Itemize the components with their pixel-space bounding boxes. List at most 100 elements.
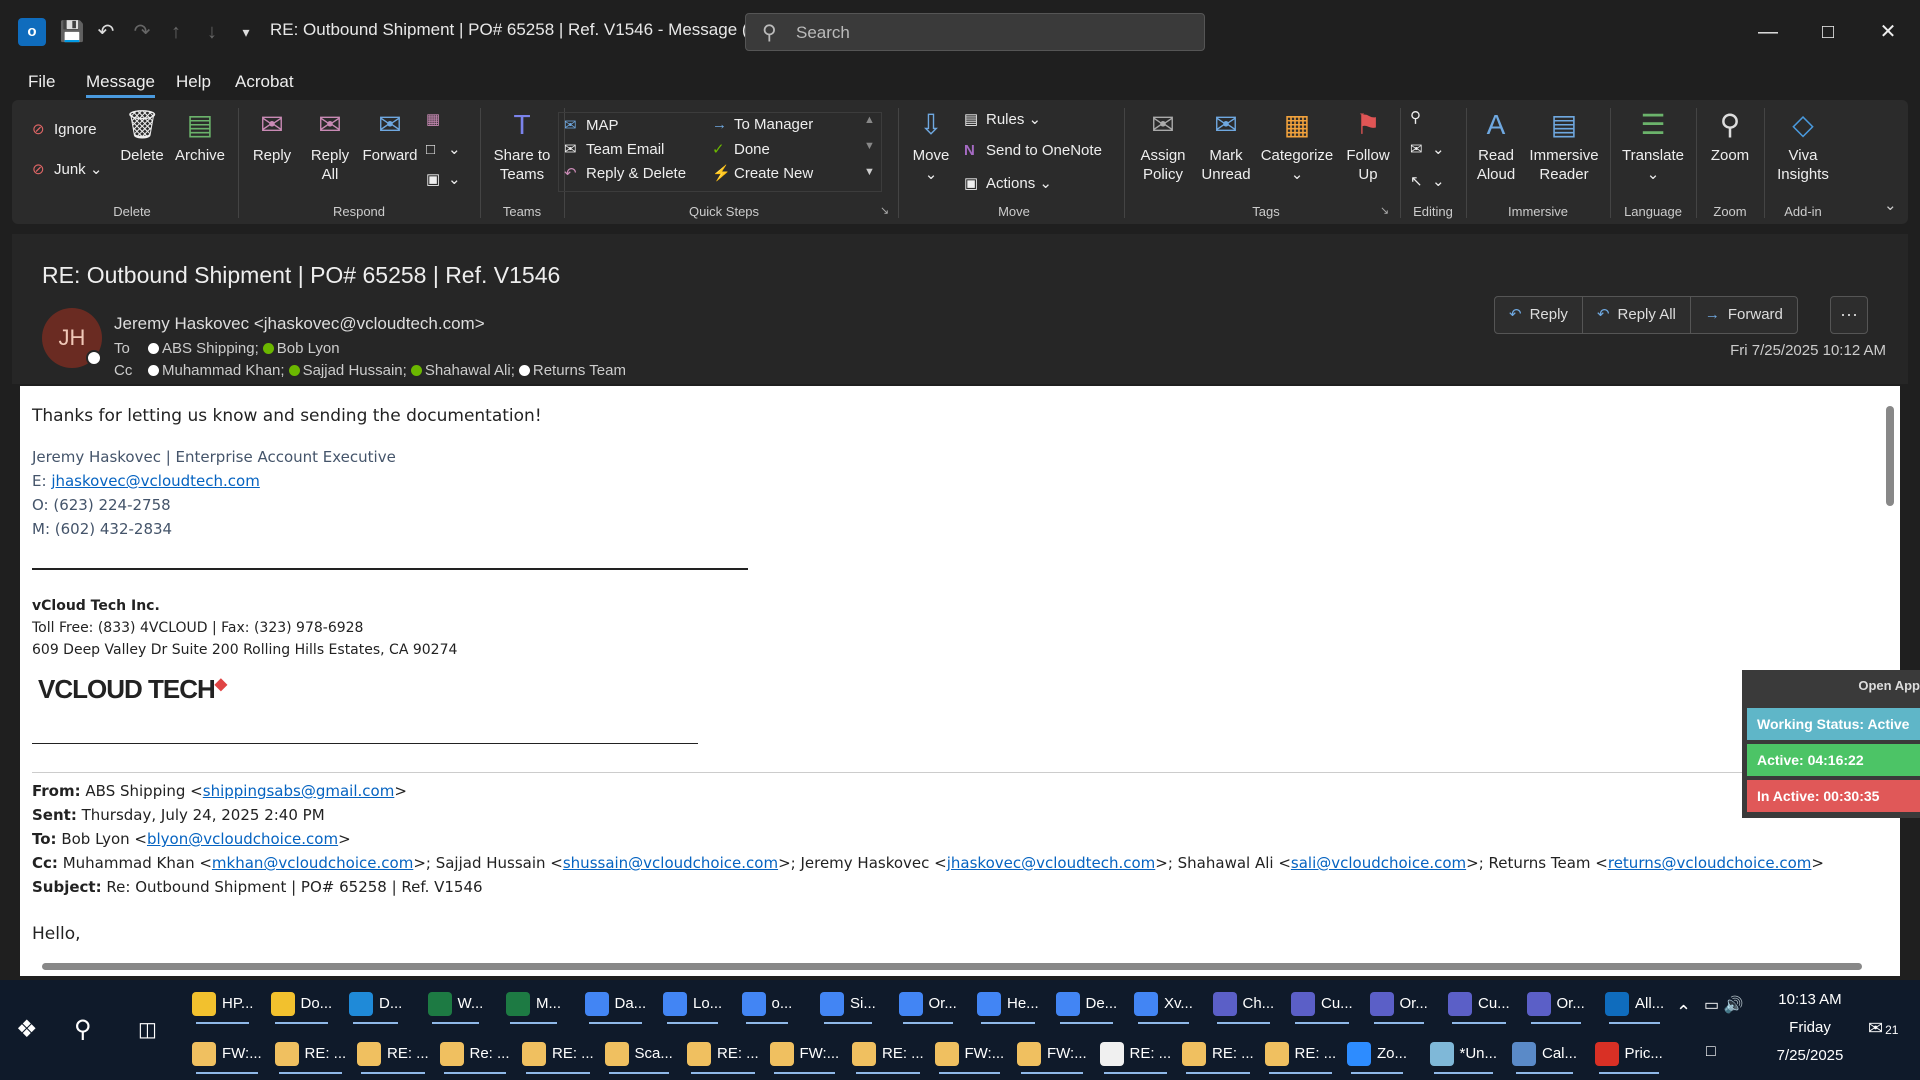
assign-policy-button[interactable]: ✉ Assign Policy bbox=[1130, 108, 1196, 184]
quick-step-team-email[interactable]: ✉ Team Email bbox=[564, 140, 664, 158]
viva-insights-button[interactable]: ◇ Viva Insights bbox=[1770, 108, 1836, 184]
taskbar-item[interactable]: W... bbox=[427, 982, 483, 1026]
quick-step-reply-delete[interactable]: ↶ Reply & Delete bbox=[564, 164, 686, 182]
immersive-reader-button[interactable]: ▤ Immersive Reader bbox=[1524, 108, 1604, 184]
quick-step-to-manager[interactable]: → To Manager bbox=[712, 116, 813, 133]
select-button[interactable]: ↖ ⌄ bbox=[1410, 172, 1445, 190]
quick-steps-expand[interactable]: ▼ bbox=[864, 166, 875, 178]
zoom-button[interactable]: ⚲ Zoom bbox=[1702, 108, 1758, 165]
im-reply-button[interactable]: □ ⌄ bbox=[426, 140, 461, 158]
taskbar-item[interactable]: FW:... bbox=[769, 1032, 839, 1076]
taskbar-item[interactable]: Or... bbox=[898, 982, 957, 1026]
quick-step-create-new[interactable]: ⚡ Create New bbox=[712, 164, 813, 182]
taskbar-item[interactable]: All... bbox=[1605, 982, 1664, 1026]
start-button[interactable]: ❖ bbox=[16, 1008, 38, 1052]
more-actions-button[interactable]: ··· bbox=[1830, 296, 1868, 334]
reply-all-button[interactable]: ↶ Reply All bbox=[1583, 297, 1691, 333]
taskbar-item[interactable]: FW:... bbox=[192, 1032, 262, 1076]
taskbar-item[interactable]: RE: ... bbox=[357, 1032, 429, 1076]
taskbar-item[interactable]: HP... bbox=[192, 982, 253, 1026]
recipient[interactable]: Shahawal Ali; bbox=[425, 362, 515, 379]
recipient[interactable]: Bob Lyon bbox=[277, 340, 340, 357]
taskbar-item[interactable]: Sca... bbox=[604, 1032, 673, 1076]
forward-button[interactable]: → Forward bbox=[1691, 297, 1797, 333]
cc-email-link[interactable]: mkhan@vcloudchoice.com bbox=[212, 854, 413, 872]
taskbar-item[interactable]: Cal... bbox=[1512, 1032, 1577, 1076]
taskbar-item[interactable]: Pric... bbox=[1594, 1032, 1663, 1076]
taskbar-item[interactable]: Xv... bbox=[1134, 982, 1193, 1026]
taskbar-item[interactable]: M... bbox=[506, 982, 561, 1026]
taskbar-item[interactable]: Da... bbox=[584, 982, 646, 1026]
taskbar-item[interactable]: Do... bbox=[270, 982, 332, 1026]
taskbar-item[interactable]: Cu... bbox=[1448, 982, 1510, 1026]
cc-email-link[interactable]: jhaskovec@vcloudtech.com bbox=[947, 854, 1156, 872]
recipient[interactable]: Returns Team bbox=[533, 362, 626, 379]
battery-icon[interactable]: ▭ bbox=[1704, 997, 1719, 1014]
search-input[interactable]: ⚲ Search bbox=[745, 13, 1205, 51]
to-email-link[interactable]: blyon@vcloudchoice.com bbox=[147, 830, 338, 848]
scroll-thumb[interactable] bbox=[1886, 406, 1894, 506]
reply-all-ribbon-button[interactable]: ✉ Reply All bbox=[302, 108, 358, 184]
taskbar-item[interactable]: Lo... bbox=[663, 982, 722, 1026]
more-respond-button[interactable]: ▣ ⌄ bbox=[426, 170, 461, 188]
taskbar-item[interactable]: Si... bbox=[820, 982, 876, 1026]
taskbar-item[interactable]: RE: ... bbox=[522, 1032, 594, 1076]
cc-email-link[interactable]: returns@vcloudchoice.com bbox=[1608, 854, 1812, 872]
tags-launcher-icon[interactable]: ↘ bbox=[1380, 204, 1389, 217]
forward-ribbon-button[interactable]: ✉ Forward bbox=[360, 108, 420, 165]
reply-button[interactable]: ↶ Reply bbox=[1495, 297, 1583, 333]
volume-icon[interactable]: 🔊 bbox=[1724, 997, 1744, 1014]
delete-button[interactable]: 🗑 Delete bbox=[114, 108, 170, 165]
archive-button[interactable]: ▤ Archive bbox=[170, 108, 230, 165]
taskbar-item[interactable]: Zo... bbox=[1347, 1032, 1407, 1076]
taskbar-item[interactable]: Or... bbox=[1526, 982, 1585, 1026]
read-aloud-button[interactable]: A Read Aloud bbox=[1472, 108, 1520, 184]
cc-email-link[interactable]: shussain@vcloudchoice.com bbox=[563, 854, 778, 872]
taskbar-item[interactable]: RE: ... bbox=[852, 1032, 924, 1076]
follow-up-button[interactable]: ⚑ Follow Up bbox=[1340, 108, 1396, 184]
taskbar-item[interactable]: He... bbox=[977, 982, 1039, 1026]
taskbar-item[interactable]: o... bbox=[741, 982, 792, 1026]
related-button[interactable]: ✉ ⌄ bbox=[1410, 140, 1445, 158]
taskbar-item[interactable]: RE: ... bbox=[274, 1032, 346, 1076]
menu-help[interactable]: Help bbox=[176, 72, 211, 92]
recipient[interactable]: Muhammad Khan; bbox=[162, 362, 285, 379]
redo-icon[interactable]: ↷ bbox=[128, 18, 156, 46]
junk-button[interactable]: ⊘ Junk ⌄ bbox=[32, 160, 102, 178]
ignore-button[interactable]: ⊘ Ignore bbox=[32, 120, 97, 138]
quick-steps-launcher-icon[interactable]: ↘ bbox=[880, 204, 889, 217]
save-icon[interactable]: 💾 bbox=[58, 18, 86, 46]
taskbar-item[interactable]: *Un... bbox=[1429, 1032, 1497, 1076]
taskbar-item[interactable]: FW:... bbox=[934, 1032, 1004, 1076]
menu-message[interactable]: Message bbox=[86, 72, 155, 98]
menu-acrobat[interactable]: Acrobat bbox=[235, 72, 294, 92]
sender-name[interactable]: Jeremy Haskovec <jhaskovec@vcloudtech.co… bbox=[114, 314, 485, 334]
next-item-icon[interactable]: ↓ bbox=[198, 18, 226, 46]
find-button[interactable]: ⚲ bbox=[1410, 108, 1432, 126]
recipient[interactable]: Sajjad Hussain; bbox=[303, 362, 407, 379]
share-to-teams-button[interactable]: T Share to Teams bbox=[486, 108, 558, 184]
maximize-button[interactable]: □ bbox=[1808, 14, 1848, 50]
scroll-thumb[interactable] bbox=[42, 963, 1862, 970]
minimize-button[interactable]: — bbox=[1748, 14, 1788, 50]
close-button[interactable]: ✕ bbox=[1868, 14, 1908, 50]
mark-unread-button[interactable]: ✉ Mark Unread bbox=[1198, 108, 1254, 184]
quick-steps-scroll-up[interactable]: ▲ bbox=[864, 114, 875, 126]
taskbar-item[interactable]: RE: ... bbox=[687, 1032, 759, 1076]
quick-steps-scroll-down[interactable]: ▼ bbox=[864, 140, 875, 152]
network-icon[interactable]: □ bbox=[1706, 1030, 1716, 1074]
send-to-onenote-button[interactable]: N Send to OneNote bbox=[964, 142, 1102, 159]
translate-button[interactable]: ☰ Translate ⌄ bbox=[1616, 108, 1690, 184]
horizontal-scrollbar[interactable] bbox=[20, 956, 1900, 976]
notification-center-button[interactable]: ✉ 21 bbox=[1868, 1006, 1898, 1050]
collapse-ribbon-icon[interactable]: ⌄ bbox=[1884, 196, 1897, 214]
customize-toolbar-icon[interactable]: ▾ bbox=[232, 18, 260, 46]
undo-icon[interactable]: ↶ bbox=[92, 18, 120, 46]
task-view-button[interactable]: ◫ bbox=[138, 1008, 157, 1052]
show-hidden-icons[interactable]: ⌃ bbox=[1676, 990, 1691, 1034]
meeting-reply-button[interactable]: ▦ bbox=[426, 110, 448, 128]
taskbar-item[interactable]: Cu... bbox=[1291, 982, 1353, 1026]
menu-file[interactable]: File bbox=[28, 72, 55, 92]
quick-step-map[interactable]: ✉ MAP bbox=[564, 116, 619, 134]
taskbar-item[interactable]: D... bbox=[349, 982, 402, 1026]
